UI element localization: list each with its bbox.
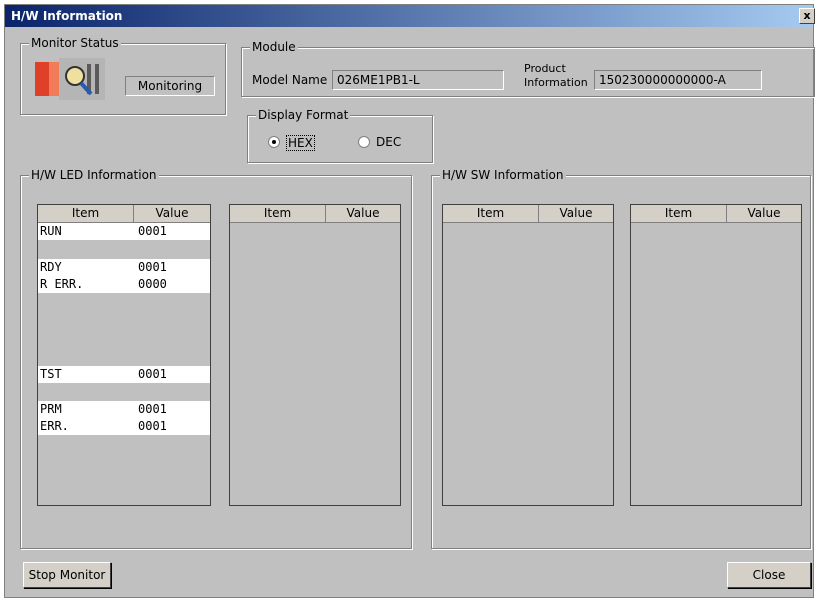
- hw-sw-legend: H/W SW Information: [440, 168, 566, 182]
- led-value: 0001: [138, 367, 167, 381]
- led-item: PRM: [40, 402, 62, 416]
- hw-led-legend: H/W LED Information: [29, 168, 159, 182]
- monitor-status-legend: Monitor Status: [29, 36, 121, 50]
- led-table-2-col-value[interactable]: Value: [326, 205, 400, 222]
- led-item: RDY: [40, 260, 62, 274]
- led-item: TST: [40, 367, 62, 381]
- led-table-1[interactable]: Item Value RUN 0001 RDY 0001 R ERR. 0000 TS…: [37, 204, 211, 506]
- stop-monitor-button[interactable]: Stop Monitor: [23, 562, 111, 588]
- led-table-1-header: Item Value: [38, 205, 210, 223]
- hw-led-group: H/W LED Information Item Value RUN 0001 R…: [20, 168, 412, 549]
- led-item: ERR.: [40, 419, 69, 433]
- led-value: 0001: [138, 260, 167, 274]
- window-title: H/W Information: [11, 9, 123, 23]
- model-name-label: Model Name: [252, 73, 328, 87]
- led-value: 0001: [138, 419, 167, 433]
- sw-table-1-col-value[interactable]: Value: [539, 205, 613, 222]
- led-item: RUN: [40, 224, 62, 238]
- sw-table-2[interactable]: Item Value: [630, 204, 802, 506]
- led-table-1-col-value[interactable]: Value: [134, 205, 210, 222]
- display-format-group: Display Format HEX DEC: [247, 108, 433, 163]
- table-row[interactable]: PRM 0001: [38, 401, 210, 418]
- led-table-2-col-item[interactable]: Item: [230, 205, 326, 222]
- hex-label[interactable]: HEX: [286, 135, 315, 151]
- hw-information-window: H/W Information x Monitor Status Monitor…: [4, 4, 815, 598]
- dec-radio[interactable]: [358, 136, 370, 148]
- led-value: 0001: [138, 224, 167, 238]
- model-name-field: 026ME1PB1-L: [332, 70, 504, 90]
- table-row[interactable]: RDY 0001: [38, 259, 210, 276]
- title-bar: H/W Information x: [5, 5, 815, 27]
- hex-radio-dot: [272, 140, 276, 144]
- sw-table-1-col-item[interactable]: Item: [443, 205, 539, 222]
- dec-label[interactable]: DEC: [376, 135, 401, 149]
- sw-table-1[interactable]: Item Value: [442, 204, 614, 506]
- led-item: R ERR.: [40, 277, 84, 291]
- sw-table-2-col-value[interactable]: Value: [727, 205, 801, 222]
- table-row[interactable]: ERR. 0001: [38, 418, 210, 435]
- monitoring-icon: [35, 58, 105, 100]
- product-info-field: 150230000000000-A: [594, 70, 762, 90]
- module-group: Module Model Name 026ME1PB1-L Product In…: [241, 40, 815, 97]
- product-info-label-1: Product: [524, 62, 566, 75]
- close-button[interactable]: Close: [727, 562, 811, 588]
- hw-sw-group: H/W SW Information Item Value Item Value: [431, 168, 811, 549]
- table-row[interactable]: TST 0001: [38, 366, 210, 383]
- display-format-legend: Display Format: [256, 108, 351, 122]
- hex-radio[interactable]: [268, 136, 280, 148]
- close-icon[interactable]: x: [799, 8, 815, 24]
- module-legend: Module: [250, 40, 298, 54]
- sw-table-2-header: Item Value: [631, 205, 801, 223]
- led-table-1-col-item[interactable]: Item: [38, 205, 134, 222]
- led-table-2-header: Item Value: [230, 205, 400, 223]
- table-row[interactable]: R ERR. 0000: [38, 276, 210, 293]
- led-value: 0000: [138, 277, 167, 291]
- led-value: 0001: [138, 402, 167, 416]
- product-info-label-2: Information: [524, 76, 588, 89]
- table-row[interactable]: RUN 0001: [38, 223, 210, 240]
- sw-table-2-col-item[interactable]: Item: [631, 205, 727, 222]
- monitor-status-group: Monitor Status Monitoring: [20, 36, 226, 115]
- monitor-status-text: Monitoring: [125, 76, 215, 96]
- sw-table-1-header: Item Value: [443, 205, 613, 223]
- led-table-2[interactable]: Item Value: [229, 204, 401, 506]
